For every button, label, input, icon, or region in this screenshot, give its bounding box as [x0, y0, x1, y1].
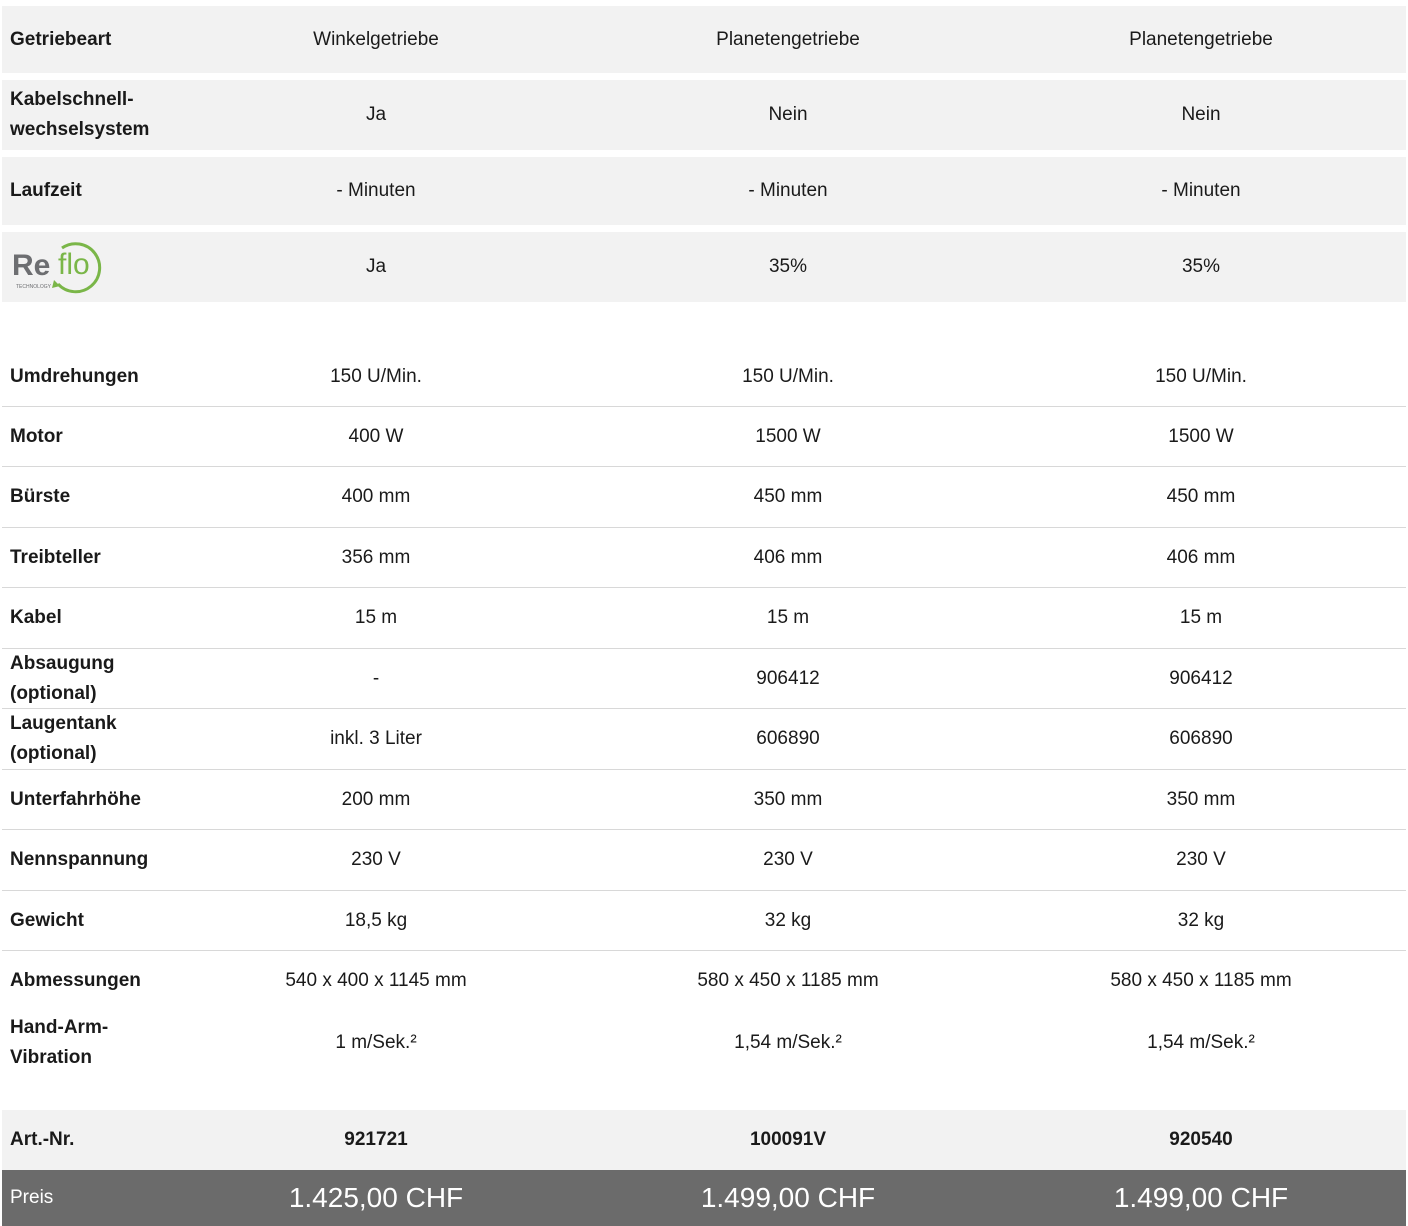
cell-value: 150 U/Min.: [330, 366, 422, 387]
cell-value: 406 mm: [753, 547, 823, 568]
cell-value: 200 mm: [341, 789, 411, 810]
spec-row: Treibteller 356 mm 406 mm 406 mm: [2, 528, 1406, 588]
row-label: Umdrehungen: [10, 366, 139, 387]
cell-value: 450 mm: [753, 486, 823, 507]
cell-value: 450 mm: [1166, 486, 1236, 507]
spec-row: Laugentank (optional) inkl. 3 Liter 6068…: [2, 709, 1406, 769]
spec-row: Bürste 400 mm 450 mm 450 mm: [2, 467, 1406, 527]
svg-text:Re: Re: [12, 249, 50, 282]
cell-value: 230 V: [351, 849, 401, 870]
row-label: Art.-Nr.: [10, 1129, 75, 1150]
spec-row: Motor 400 W 1500 W 1500 W: [2, 407, 1406, 467]
cell-value: - Minuten: [1161, 180, 1241, 201]
row-label: Preis: [10, 1187, 54, 1208]
cell-value: 1500 W: [755, 426, 821, 447]
spec-row: Hand-Arm-Vibration 1 m/Sek.² 1,54 m/Sek.…: [2, 1011, 1406, 1075]
cell-value: 1,54 m/Sek.²: [734, 1032, 842, 1053]
row-label: Absaugung (optional): [10, 653, 115, 704]
article-number: 921721: [344, 1129, 408, 1150]
row-label: Laugentank (optional): [10, 713, 117, 764]
row-getriebeart: Getriebeart Winkelgetriebe Planetengetri…: [2, 6, 1406, 73]
row-label: Getriebeart: [10, 28, 112, 50]
price-value: 1.425,00 CHF: [288, 1182, 464, 1213]
cell-value: Ja: [365, 256, 387, 277]
row-label: Motor: [10, 426, 63, 447]
cell-value: 350 mm: [1166, 789, 1236, 810]
reflo-logo: Re flo TECHNOLOGY: [2, 234, 115, 301]
row-reflo: Re flo TECHNOLOGY Ja 35% 35%: [2, 232, 1406, 302]
cell-value: 230 V: [763, 849, 813, 870]
cell-value: 350 mm: [753, 789, 823, 810]
cell-value: 1 m/Sek.²: [335, 1032, 417, 1053]
row-label: Laufzeit: [10, 180, 82, 201]
row-label: Bürste: [10, 486, 71, 507]
row-label: Nennspannung: [10, 849, 149, 870]
reflo-logo-icon: Re flo TECHNOLOGY: [12, 241, 102, 293]
cell-value: Planetengetriebe: [1129, 28, 1273, 50]
cell-value: Winkelgetriebe: [313, 28, 439, 50]
spec-row: Kabel 15 m 15 m 15 m: [2, 588, 1406, 648]
row-label: Kabelschnell-wechselsystem: [10, 89, 150, 140]
cell-value: Nein: [1181, 104, 1221, 125]
cell-value: 580 x 450 x 1185 mm: [697, 970, 879, 991]
row-article-number: Art.-Nr. 921721 100091V 920540: [2, 1110, 1406, 1170]
cell-value: 35%: [768, 256, 808, 277]
cell-value: 230 V: [1176, 849, 1226, 870]
cell-value: 906412: [756, 668, 820, 689]
row-kabelschnellwechselsystem: Kabelschnell-wechselsystem Ja Nein Nein: [2, 80, 1406, 150]
row-price: Preis 1.425,00 CHF 1.499,00 CHF 1.499,00…: [2, 1170, 1406, 1226]
cell-value: 150 U/Min.: [1155, 366, 1247, 387]
cell-value: 1,54 m/Sek.²: [1147, 1032, 1255, 1053]
cell-value: 1500 W: [1168, 426, 1234, 447]
cell-value: 15 m: [1179, 607, 1223, 628]
cell-value: -: [372, 668, 380, 689]
cell-value: 580 x 450 x 1185 mm: [1110, 970, 1292, 991]
cell-value: inkl. 3 Liter: [330, 728, 422, 749]
cell-value: 400 W: [348, 426, 404, 447]
price-value: 1.499,00 CHF: [1113, 1182, 1289, 1213]
cell-value: 540 x 400 x 1145 mm: [285, 970, 467, 991]
cell-value: 18,5 kg: [344, 910, 408, 931]
cell-value: 32 kg: [764, 910, 812, 931]
spec-row: Unterfahrhöhe 200 mm 350 mm 350 mm: [2, 770, 1406, 830]
row-laufzeit: Laufzeit - Minuten - Minuten - Minuten: [2, 157, 1406, 225]
spec-row: Gewicht 18,5 kg 32 kg 32 kg: [2, 891, 1406, 951]
cell-value: - Minuten: [336, 180, 416, 201]
cell-value: 906412: [1169, 668, 1233, 689]
cell-value: 32 kg: [1177, 910, 1225, 931]
cell-value: - Minuten: [748, 180, 828, 201]
cell-value: 356 mm: [341, 547, 411, 568]
row-label: Kabel: [10, 607, 62, 628]
spec-row: Umdrehungen 150 U/Min. 150 U/Min. 150 U/…: [2, 347, 1406, 407]
cell-value: 406 mm: [1166, 547, 1236, 568]
article-number: 100091V: [749, 1129, 827, 1150]
row-label: Abmessungen: [10, 970, 141, 991]
row-label: Treibteller: [10, 547, 101, 568]
cell-value: Ja: [365, 104, 387, 125]
cell-value: 15 m: [354, 607, 398, 628]
svg-text:TECHNOLOGY: TECHNOLOGY: [16, 284, 52, 290]
spec-row: Absaugung (optional) - 906412 906412: [2, 649, 1406, 709]
cell-value: Nein: [768, 104, 808, 125]
spec-row: Abmessungen 540 x 400 x 1145 mm 580 x 45…: [2, 951, 1406, 1011]
article-number: 920540: [1169, 1129, 1233, 1150]
cell-value: 150 U/Min.: [742, 366, 834, 387]
cell-value: 35%: [1181, 256, 1221, 277]
cell-value: 400 mm: [341, 486, 411, 507]
cell-value: Planetengetriebe: [716, 28, 860, 50]
price-value: 1.499,00 CHF: [700, 1182, 876, 1213]
cell-value: 606890: [756, 728, 820, 749]
row-label: Unterfahrhöhe: [10, 789, 141, 810]
cell-value: 606890: [1169, 728, 1233, 749]
cell-value: 15 m: [766, 607, 810, 628]
row-label: Gewicht: [10, 910, 84, 931]
svg-text:flo: flo: [58, 248, 90, 281]
spec-row: Nennspannung 230 V 230 V 230 V: [2, 830, 1406, 890]
row-label: Hand-Arm-Vibration: [10, 1017, 109, 1068]
